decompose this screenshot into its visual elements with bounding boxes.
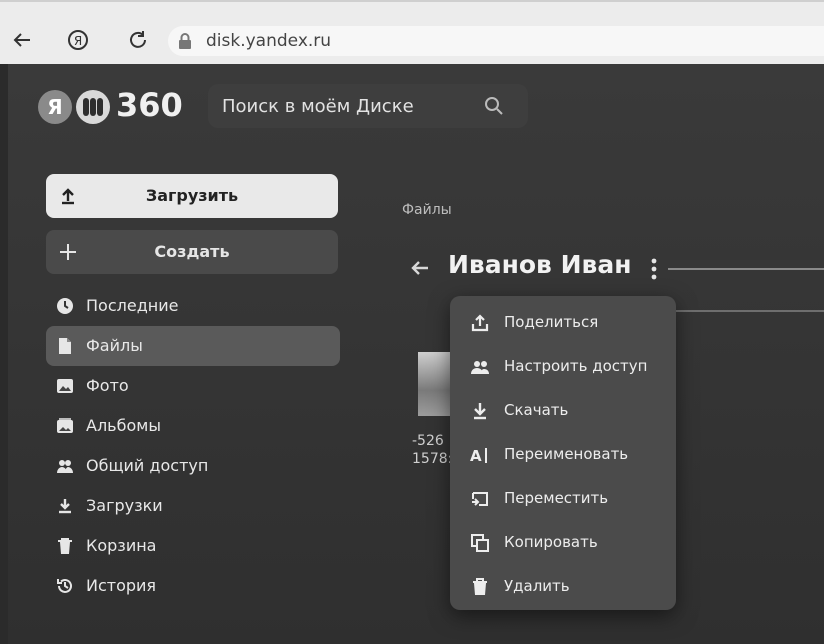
sidebar-item-label: Файлы (86, 336, 143, 355)
file-icon (59, 338, 71, 354)
context-menu: Поделиться Настроить доступ Скачать A Пе… (450, 296, 676, 610)
download-icon (59, 499, 71, 514)
albums-icon (57, 418, 73, 433)
sidebar-item-label: Общий доступ (86, 456, 209, 475)
menu-item-move[interactable]: Переместить (450, 476, 676, 520)
sidebar-item-label: Фото (86, 376, 129, 395)
address-bar[interactable]: disk.yandex.ru (168, 26, 824, 56)
sidebar-nav: Последние Файлы Фото Альбомы Общий досту… (46, 286, 346, 606)
upload-button[interactable]: Загрузить (46, 174, 338, 218)
rename-icon: A (470, 447, 487, 465)
annotation-arrow (676, 310, 824, 312)
menu-item-copy[interactable]: Копировать (450, 520, 676, 564)
sidebar-item-albums[interactable]: Альбомы (46, 406, 346, 446)
sidebar-item-recent[interactable]: Последние (46, 286, 346, 326)
more-vertical-icon[interactable] (650, 258, 658, 280)
sidebar: Загрузить Создать Последние Файлы Фото А… (24, 150, 368, 644)
download-icon (474, 403, 486, 420)
sidebar-item-label: История (86, 576, 157, 595)
sidebar-item-trash[interactable]: Корзина (46, 526, 346, 566)
sidebar-item-label: Корзина (86, 536, 157, 555)
logo-360[interactable]: 360 (116, 86, 183, 124)
search-input[interactable]: Поиск в моём Диске (208, 84, 528, 128)
photo-icon (57, 379, 73, 393)
sidebar-item-history[interactable]: История (46, 566, 346, 606)
browser-toolbar: Я disk.yandex.ru (0, 0, 824, 64)
annotation-arrow (668, 268, 824, 270)
sidebar-item-downloads[interactable]: Загрузки (46, 486, 346, 526)
sidebar-item-label: Последние (86, 296, 179, 315)
sidebar-item-label: Загрузки (86, 496, 163, 515)
delete-icon (473, 578, 487, 595)
search-icon[interactable] (484, 96, 504, 116)
yandex-logo[interactable]: Я (38, 90, 72, 124)
file-thumbnail[interactable] (418, 352, 454, 416)
sidebar-item-shared[interactable]: Общий доступ (46, 446, 346, 486)
disk-app: Я 360 Поиск в моём Диске Загрузить Созда… (8, 64, 824, 644)
menu-item-delete[interactable]: Удалить (450, 564, 676, 608)
svg-text:Я: Я (74, 34, 82, 48)
menu-item-download[interactable]: Скачать (450, 388, 676, 432)
menu-item-share[interactable]: Поделиться (450, 300, 676, 344)
clock-icon (57, 298, 73, 314)
menu-item-rename[interactable]: A Переименовать (450, 432, 676, 476)
back-arrow-icon[interactable] (408, 256, 432, 280)
menu-item-access[interactable]: Настроить доступ (450, 344, 676, 388)
file-name[interactable]: -526 1578: (412, 432, 452, 468)
breadcrumb[interactable]: Файлы (402, 202, 452, 218)
sidebar-item-files[interactable]: Файлы (46, 326, 340, 366)
search-placeholder: Поиск в моём Диске (222, 96, 414, 117)
sidebar-item-photo[interactable]: Фото (46, 366, 346, 406)
yandex-icon[interactable]: Я (66, 28, 90, 52)
trash-icon (58, 538, 72, 554)
share-icon (471, 314, 489, 332)
upload-label: Загрузить (145, 186, 239, 205)
history-icon (57, 578, 72, 593)
create-label: Создать (154, 242, 230, 261)
shared-icon (57, 460, 73, 473)
copy-icon (471, 534, 489, 552)
access-icon (471, 361, 489, 374)
back-arrow-icon[interactable] (10, 28, 34, 52)
sidebar-item-label: Альбомы (86, 416, 161, 435)
url-text: disk.yandex.ru (206, 31, 332, 51)
dots-logo-icon[interactable] (76, 90, 110, 124)
svg-text:A: A (470, 447, 482, 465)
move-icon (472, 492, 488, 506)
lock-icon (179, 33, 191, 49)
create-button[interactable]: Создать (46, 230, 338, 274)
page-title: Иванов Иван (448, 250, 632, 279)
app-header: Я 360 Поиск в моём Диске (8, 64, 824, 150)
reload-icon[interactable] (126, 28, 150, 52)
